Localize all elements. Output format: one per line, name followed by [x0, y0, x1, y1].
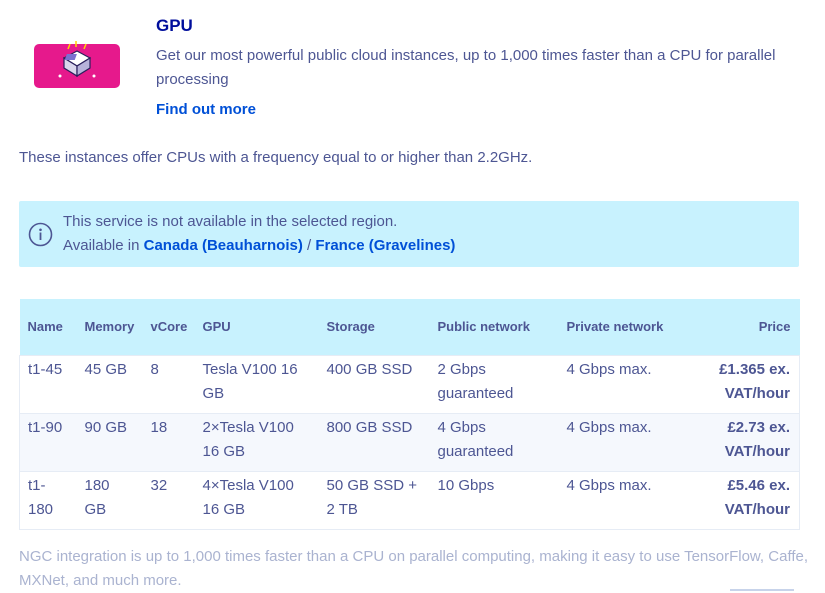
find-out-more-link[interactable]: Find out more — [156, 98, 256, 122]
cell-price: £1.365 ex. VAT/hour — [719, 360, 790, 402]
cell-storage: 800 GB SSD — [326, 418, 413, 436]
cell-vcore: 32 — [150, 476, 168, 494]
instance-table: Name Memory vCore GPU Storage Public net… — [19, 299, 800, 530]
partial-button[interactable] — [730, 589, 794, 593]
cell-price: £5.46 ex. VAT/hour — [724, 476, 790, 518]
cell-name: t1-45 — [28, 360, 63, 378]
cell-gpu: Tesla V100 16 GB — [202, 360, 298, 402]
cell-storage: 400 GB SSD — [326, 360, 413, 378]
col-header-public-network: Public network — [437, 318, 530, 334]
table-row: t1-180 180 GB 32 4×Tesla V100 16 GB 50 G… — [19, 471, 800, 529]
region-availability-notice: This service is not available in the sel… — [19, 201, 799, 267]
cell-gpu: 4×Tesla V100 16 GB — [202, 476, 294, 518]
cell-public-network: 10 Gbps — [437, 476, 495, 494]
available-prefix: Available in — [63, 237, 144, 254]
cpu-frequency-text: These instances offer CPUs with a freque… — [19, 149, 533, 166]
gpu-header: GPU Get our most powerful public cloud i… — [0, 0, 825, 130]
gpu-description: Get our most powerful public cloud insta… — [156, 47, 776, 88]
col-header-private-network: Private network — [566, 318, 664, 334]
cell-memory: 90 GB — [84, 418, 128, 436]
instance-table-container: Name Memory vCore GPU Storage Public net… — [19, 299, 800, 530]
notice-line2: Available in Canada (Beauharnois) / Fran… — [63, 234, 455, 258]
cell-name: t1-180 — [28, 476, 54, 518]
cell-gpu: 2×Tesla V100 16 GB — [202, 418, 294, 460]
region-link-france[interactable]: France (Gravelines) — [315, 237, 455, 254]
gpu-chip-icon — [34, 40, 120, 92]
ngc-integration-text: NGC integration is up to 1,000 times fas… — [19, 548, 809, 589]
cell-memory: 180 GB — [84, 476, 110, 518]
col-header-memory: Memory — [84, 318, 135, 334]
col-header-storage: Storage — [326, 318, 375, 334]
cell-memory: 45 GB — [84, 360, 128, 378]
col-header-vcore: vCore — [150, 318, 188, 334]
region-separator: / — [302, 237, 316, 254]
cell-private-network: 4 Gbps max. — [566, 418, 652, 436]
col-header-price: Price — [758, 318, 791, 334]
cell-private-network: 4 Gbps max. — [566, 360, 652, 378]
cell-vcore: 8 — [150, 360, 159, 378]
info-icon — [28, 222, 53, 247]
col-header-gpu: GPU — [202, 318, 231, 334]
notice-line1: This service is not available in the sel… — [63, 213, 398, 230]
region-link-canada[interactable]: Canada (Beauharnois) — [144, 237, 303, 254]
cell-vcore: 18 — [150, 418, 168, 436]
cell-storage: 50 GB SSD + 2 TB — [326, 476, 417, 518]
cell-price: £2.73 ex. VAT/hour — [724, 418, 790, 460]
cell-public-network: 4 Gbps guaranteed — [437, 418, 514, 460]
cell-private-network: 4 Gbps max. — [566, 476, 652, 494]
cell-name: t1-90 — [28, 418, 63, 436]
page-title: GPU — [156, 16, 193, 35]
cell-public-network: 2 Gbps guaranteed — [437, 360, 514, 402]
table-row: t1-90 90 GB 18 2×Tesla V100 16 GB 800 GB… — [19, 413, 800, 471]
table-header-row: Name Memory vCore GPU Storage Public net… — [19, 299, 800, 355]
table-row: t1-45 45 GB 8 Tesla V100 16 GB 400 GB SS… — [19, 355, 800, 413]
col-header-name: Name — [27, 318, 63, 334]
